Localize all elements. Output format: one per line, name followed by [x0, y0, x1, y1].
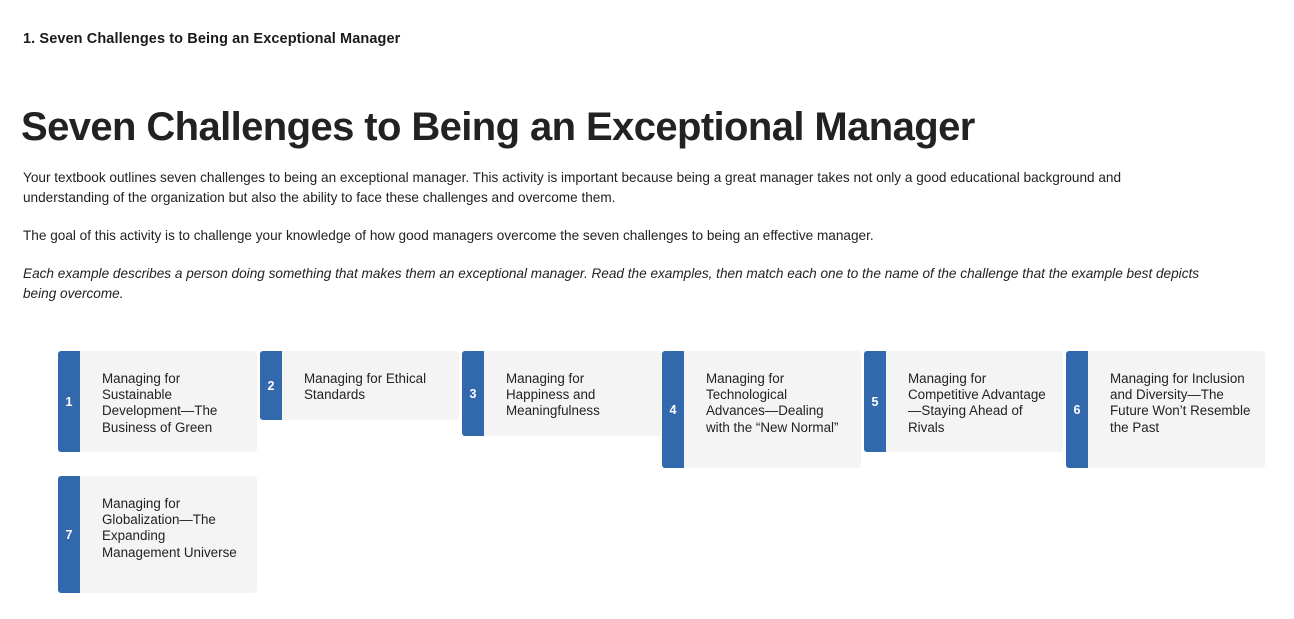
- challenge-card-body-1: Managing for Sustainable Development—The…: [80, 351, 257, 452]
- challenge-card-label-3: Managing for Happiness and Meaningfulnes…: [506, 371, 600, 419]
- challenge-card-6[interactable]: 6 Managing for Inclusion and Diversity—T…: [1066, 351, 1265, 468]
- challenge-card-number-6: 6: [1066, 351, 1088, 468]
- challenge-card-body-4: Managing for Technological Advances—Deal…: [684, 351, 861, 468]
- challenge-card-body-3: Managing for Happiness and Meaningfulnes…: [484, 351, 661, 436]
- challenge-card-number-7: 7: [58, 476, 80, 593]
- challenge-card-label-6: Managing for Inclusion and Diversity—The…: [1110, 371, 1251, 435]
- challenge-card-1[interactable]: 1 Managing for Sustainable Development—T…: [58, 351, 257, 452]
- activity-page: 1. Seven Challenges to Being an Exceptio…: [0, 0, 1294, 619]
- challenge-card-label-4: Managing for Technological Advances—Deal…: [706, 371, 839, 435]
- challenge-card-number-1: 1: [58, 351, 80, 452]
- challenge-card-label-7: Managing for Globalization—The Expanding…: [102, 496, 237, 560]
- challenge-card-label-2: Managing for Ethical Standards: [304, 371, 427, 403]
- challenge-card-5[interactable]: 5 Managing for Competitive Advantage—Sta…: [864, 351, 1063, 452]
- challenge-card-3[interactable]: 3 Managing for Happiness and Meaningfuln…: [462, 351, 661, 436]
- challenge-card-body-2: Managing for Ethical Standards: [282, 351, 459, 420]
- challenge-card-label-5: Managing for Competitive Advantage—Stayi…: [908, 371, 1046, 435]
- challenge-card-body-5: Managing for Competitive Advantage—Stayi…: [886, 351, 1063, 452]
- challenge-card-2[interactable]: 2 Managing for Ethical Standards: [260, 351, 459, 420]
- challenge-card-number-3: 3: [462, 351, 484, 436]
- challenge-card-number-2: 2: [260, 351, 282, 420]
- challenge-card-label-1: Managing for Sustainable Development—The…: [102, 371, 218, 435]
- challenge-card-body-6: Managing for Inclusion and Diversity—The…: [1088, 351, 1265, 468]
- challenge-cards-area: 1 Managing for Sustainable Development—T…: [0, 0, 1294, 619]
- challenge-card-body-7: Managing for Globalization—The Expanding…: [80, 476, 257, 593]
- challenge-card-number-4: 4: [662, 351, 684, 468]
- challenge-card-4[interactable]: 4 Managing for Technological Advances—De…: [662, 351, 861, 468]
- challenge-card-number-5: 5: [864, 351, 886, 452]
- challenge-card-7[interactable]: 7 Managing for Globalization—The Expandi…: [58, 476, 257, 593]
